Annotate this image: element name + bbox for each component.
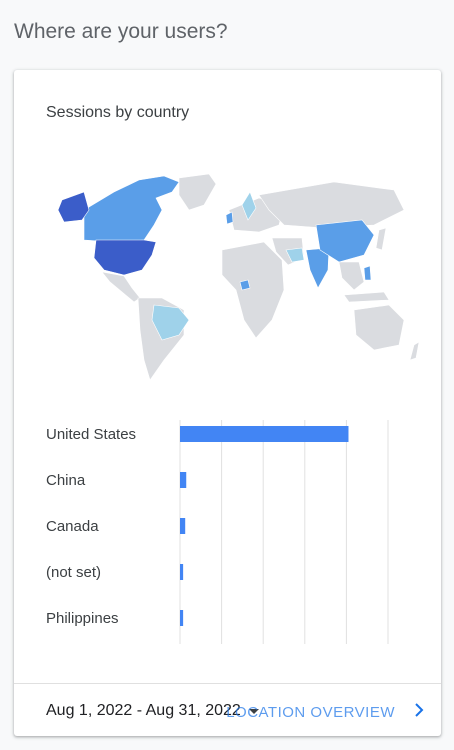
category-label: United States — [46, 426, 136, 443]
map-united-states[interactable] — [93, 239, 157, 276]
world-map — [57, 173, 420, 381]
date-range-label: Aug 1, 2022 - Aug 31, 2022 — [46, 702, 241, 719]
map-philippines[interactable] — [363, 265, 372, 281]
x-tick-label: 100% — [370, 649, 406, 650]
map-indonesia[interactable] — [343, 291, 390, 303]
card-title: Sessions by country — [46, 104, 190, 121]
page-title: Where are your users? — [14, 20, 228, 43]
sessions-bar-chart: 0% 20% 40% 60% 80% 100% United States China Cana… — [46, 420, 406, 650]
map-australia[interactable] — [353, 304, 405, 351]
bar[interactable] — [180, 564, 184, 580]
bar[interactable] — [180, 518, 186, 534]
bar[interactable] — [180, 426, 349, 442]
x-tick-label: 20% — [208, 649, 236, 650]
map-nigeria[interactable] — [239, 279, 251, 291]
map-japan[interactable] — [375, 227, 387, 251]
category-label: Philippines — [46, 610, 119, 627]
sessions-by-country-card: Sessions by country United States China … — [14, 70, 441, 736]
footer-divider — [14, 683, 441, 684]
x-tick-label: 0% — [170, 649, 190, 650]
map-mexico[interactable] — [101, 271, 141, 303]
category-label: (not set) — [46, 564, 101, 581]
x-tick-label: 60% — [291, 649, 319, 650]
map-greenland[interactable] — [178, 173, 217, 211]
bar[interactable] — [180, 472, 187, 488]
map-africa[interactable] — [221, 241, 285, 339]
map-southeast-asia[interactable] — [338, 261, 365, 291]
x-tick-label: 40% — [249, 649, 277, 650]
category-label: China — [46, 472, 86, 489]
location-overview-link[interactable]: LOCATION OVERVIEW — [226, 704, 395, 721]
map-uk[interactable] — [225, 211, 234, 225]
x-tick-label: 80% — [332, 649, 360, 650]
map-russia[interactable] — [258, 181, 405, 229]
bar[interactable] — [180, 610, 184, 626]
chevron-right-icon[interactable] — [407, 698, 431, 722]
map-new-zealand[interactable] — [409, 341, 420, 361]
map-canada[interactable] — [83, 175, 180, 243]
map-india[interactable] — [305, 247, 330, 289]
category-label: Canada — [46, 518, 99, 535]
